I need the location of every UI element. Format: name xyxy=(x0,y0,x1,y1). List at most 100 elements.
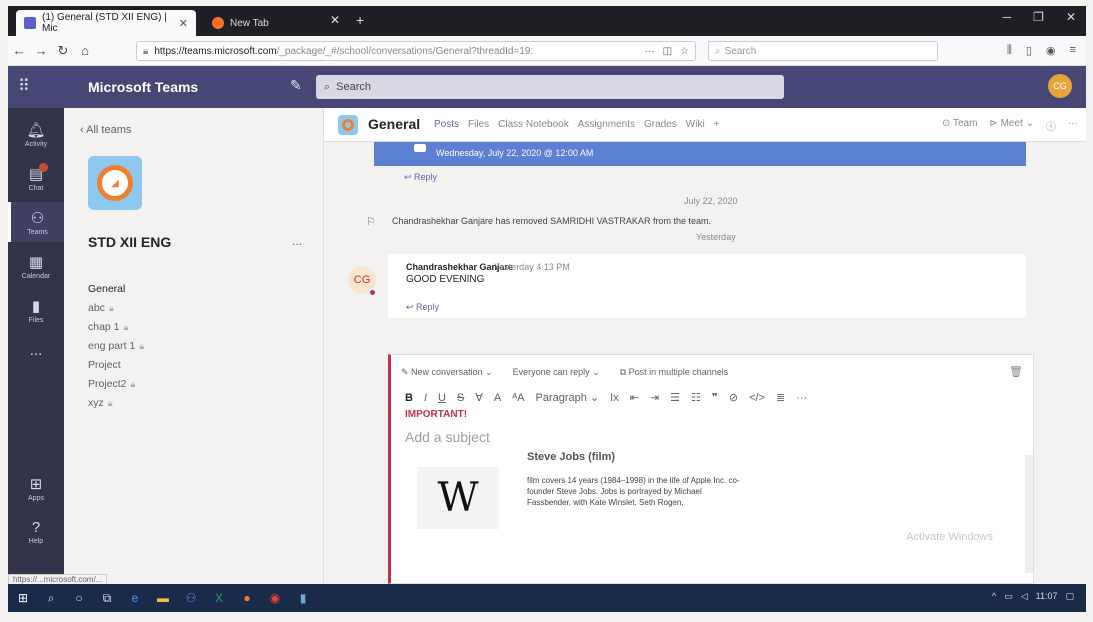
channel-item[interactable]: General xyxy=(88,280,308,299)
battery-icon[interactable]: ▭ xyxy=(1004,591,1013,602)
underline-icon[interactable]: U xyxy=(438,392,446,404)
clock[interactable]: 11:07 xyxy=(1036,591,1058,602)
highlight-icon[interactable]: ∀ xyxy=(475,391,483,404)
channel-item[interactable]: chap 1 🔒︎ xyxy=(88,318,308,337)
library-icon[interactable]: ⫼ xyxy=(1007,44,1012,57)
close-tab-icon[interactable]: ✕ xyxy=(179,17,188,30)
info-icon[interactable]: ⓘ xyxy=(1046,118,1056,133)
new-tab-icon[interactable]: + xyxy=(356,12,364,28)
tab-wiki[interactable]: Wiki xyxy=(686,119,705,130)
back-icon[interactable]: ← xyxy=(8,43,30,58)
numbered-list-icon[interactable]: ☷ xyxy=(691,391,701,404)
minimize-icon[interactable]: ─ xyxy=(1003,10,1012,24)
reply-button[interactable]: ↩ Reply xyxy=(406,302,439,313)
rail-more[interactable]: ... xyxy=(8,330,64,370)
excel-icon[interactable]: X xyxy=(212,591,226,605)
notifications-icon[interactable]: ▢ xyxy=(1065,591,1074,602)
home-icon[interactable]: ⌂ xyxy=(74,43,96,58)
channel-item[interactable]: Project xyxy=(88,356,308,375)
rail-files[interactable]: ▮ Files xyxy=(8,290,64,330)
team-more-options[interactable]: ... xyxy=(292,234,302,248)
chrome-icon[interactable]: ◉ xyxy=(268,591,282,605)
compose-box[interactable]: ✎ New conversation ⌄ Everyone can reply … xyxy=(388,354,1034,584)
channel-item[interactable]: abc 🔒︎ xyxy=(88,299,308,318)
browser-tab-new[interactable]: New Tab xyxy=(204,10,314,36)
profile-avatar[interactable]: CG xyxy=(1048,74,1072,98)
teams-search-input[interactable]: ⌕ Search xyxy=(316,75,784,99)
channel-tabs: Posts Files Class Notebook Assignments G… xyxy=(434,119,720,130)
font-size-icon[interactable]: ᴬA xyxy=(512,392,524,404)
channel-item[interactable]: Project2 🔒︎ xyxy=(88,375,308,394)
rail-help[interactable]: ? Help xyxy=(8,512,64,552)
all-teams-link[interactable]: ‹ All teams xyxy=(80,124,131,136)
more-format-icon[interactable]: ··· xyxy=(796,392,807,404)
app-launcher-icon[interactable]: ⠿ xyxy=(18,76,30,96)
teams-taskbar-icon[interactable]: ⚇ xyxy=(184,591,198,605)
maximize-icon[interactable]: ❐ xyxy=(1033,10,1044,24)
tray-expand-icon[interactable]: ^ xyxy=(992,591,996,602)
rail-chat[interactable]: ▤ Chat xyxy=(8,158,64,198)
quote-icon[interactable]: ❞ xyxy=(712,391,718,404)
rail-activity[interactable]: 🔔︎ Activity xyxy=(8,114,64,154)
account-icon[interactable]: ◉ xyxy=(1046,44,1056,57)
increase-indent-icon[interactable]: ⇥ xyxy=(650,391,659,404)
rail-calendar[interactable]: ▦ Calendar xyxy=(8,246,64,286)
channel-item[interactable]: eng part 1 🔒︎ xyxy=(88,337,308,356)
close-window-icon[interactable]: ✕ xyxy=(1066,10,1076,24)
windows-start-icon[interactable]: ⊞ xyxy=(16,591,30,605)
app-icon[interactable]: ▮ xyxy=(296,591,310,605)
forward-icon[interactable]: → xyxy=(30,43,52,58)
important-label: IMPORTANT! xyxy=(405,409,468,420)
sidebar-icon[interactable]: ▯ xyxy=(1026,44,1032,57)
reply-button[interactable]: ↩ Reply xyxy=(404,172,437,183)
code-icon[interactable]: </> xyxy=(749,392,765,404)
clear-formatting-icon[interactable]: Ix xyxy=(610,392,619,404)
link-icon[interactable]: ⊘ xyxy=(729,391,738,404)
subject-input[interactable]: Add a subject xyxy=(405,429,490,445)
task-view-icon[interactable]: ⧉ xyxy=(100,591,114,605)
menu-icon[interactable]: ≡ xyxy=(1070,44,1076,57)
reply-setting-dropdown[interactable]: Everyone can reply ⌄ xyxy=(513,367,600,378)
decrease-indent-icon[interactable]: ⇤ xyxy=(630,391,639,404)
delete-icon[interactable]: 🗑︎ xyxy=(1009,365,1023,378)
close-tab-icon[interactable]: ✕ xyxy=(330,13,340,27)
tab-assignments[interactable]: Assignments xyxy=(578,119,635,130)
channel-item[interactable]: xyz 🔒︎ xyxy=(88,394,308,413)
firefox-icon[interactable]: ● xyxy=(240,591,254,605)
strikethrough-icon[interactable]: S xyxy=(457,392,464,404)
edge-icon[interactable]: e xyxy=(128,591,142,605)
browser-search-input[interactable]: ⌕ Search xyxy=(708,41,938,61)
paragraph-dropdown[interactable]: Paragraph ⌄ xyxy=(536,391,600,404)
search-icon[interactable]: ⌕ xyxy=(44,591,58,605)
more-options-icon[interactable]: ··· xyxy=(1068,118,1078,133)
tab-grades[interactable]: Grades xyxy=(644,119,677,130)
rail-teams[interactable]: ⚇ Teams xyxy=(8,202,64,242)
new-conversation-dropdown[interactable]: ✎ New conversation ⌄ xyxy=(401,367,493,378)
tab-class-notebook[interactable]: Class Notebook xyxy=(498,119,569,130)
composer-scrollbar[interactable] xyxy=(1025,455,1033,573)
reload-icon[interactable]: ↻ xyxy=(52,43,74,59)
file-explorer-icon[interactable]: ▬ xyxy=(156,591,170,605)
bulleted-list-icon[interactable]: ☰ xyxy=(670,391,680,404)
pocket-icon[interactable]: ◫ xyxy=(663,46,672,57)
tab-files[interactable]: Files xyxy=(468,119,489,130)
font-color-icon[interactable]: A xyxy=(494,392,501,404)
horizontal-rule-icon[interactable]: ≣ xyxy=(776,391,785,404)
tab-posts[interactable]: Posts xyxy=(434,119,459,130)
italic-icon[interactable]: I xyxy=(424,392,427,404)
bold-icon[interactable]: B xyxy=(405,392,413,404)
rail-apps[interactable]: ⊞ Apps xyxy=(8,468,64,508)
cortana-icon[interactable]: ○ xyxy=(72,591,86,605)
new-chat-icon[interactable]: ✎ xyxy=(290,77,302,94)
add-tab-button[interactable]: + xyxy=(714,119,720,130)
bookmark-star-icon[interactable]: ☆ xyxy=(680,46,689,57)
team-button[interactable]: ⊙ Team xyxy=(942,118,977,133)
address-bar[interactable]: 🔒︎ https://teams.microsoft.com/_package/… xyxy=(136,41,696,61)
meet-button[interactable]: ⊳ Meet ⌄ xyxy=(989,118,1034,133)
browser-tab-teams[interactable]: (1) General (STD XII ENG) | Mic ✕ xyxy=(16,10,196,36)
page-actions-icon[interactable]: ··· xyxy=(645,46,655,57)
post-multiple-channels-button[interactable]: ⧉ Post in multiple channels xyxy=(620,367,729,378)
link-preview-card[interactable]: Steve Jobs (film) W film covers 14 years… xyxy=(417,449,1017,529)
meeting-event-card[interactable]: Wednesday, July 22, 2020 @ 12:00 AM xyxy=(374,142,1026,166)
volume-icon[interactable]: ◁ xyxy=(1021,591,1028,602)
